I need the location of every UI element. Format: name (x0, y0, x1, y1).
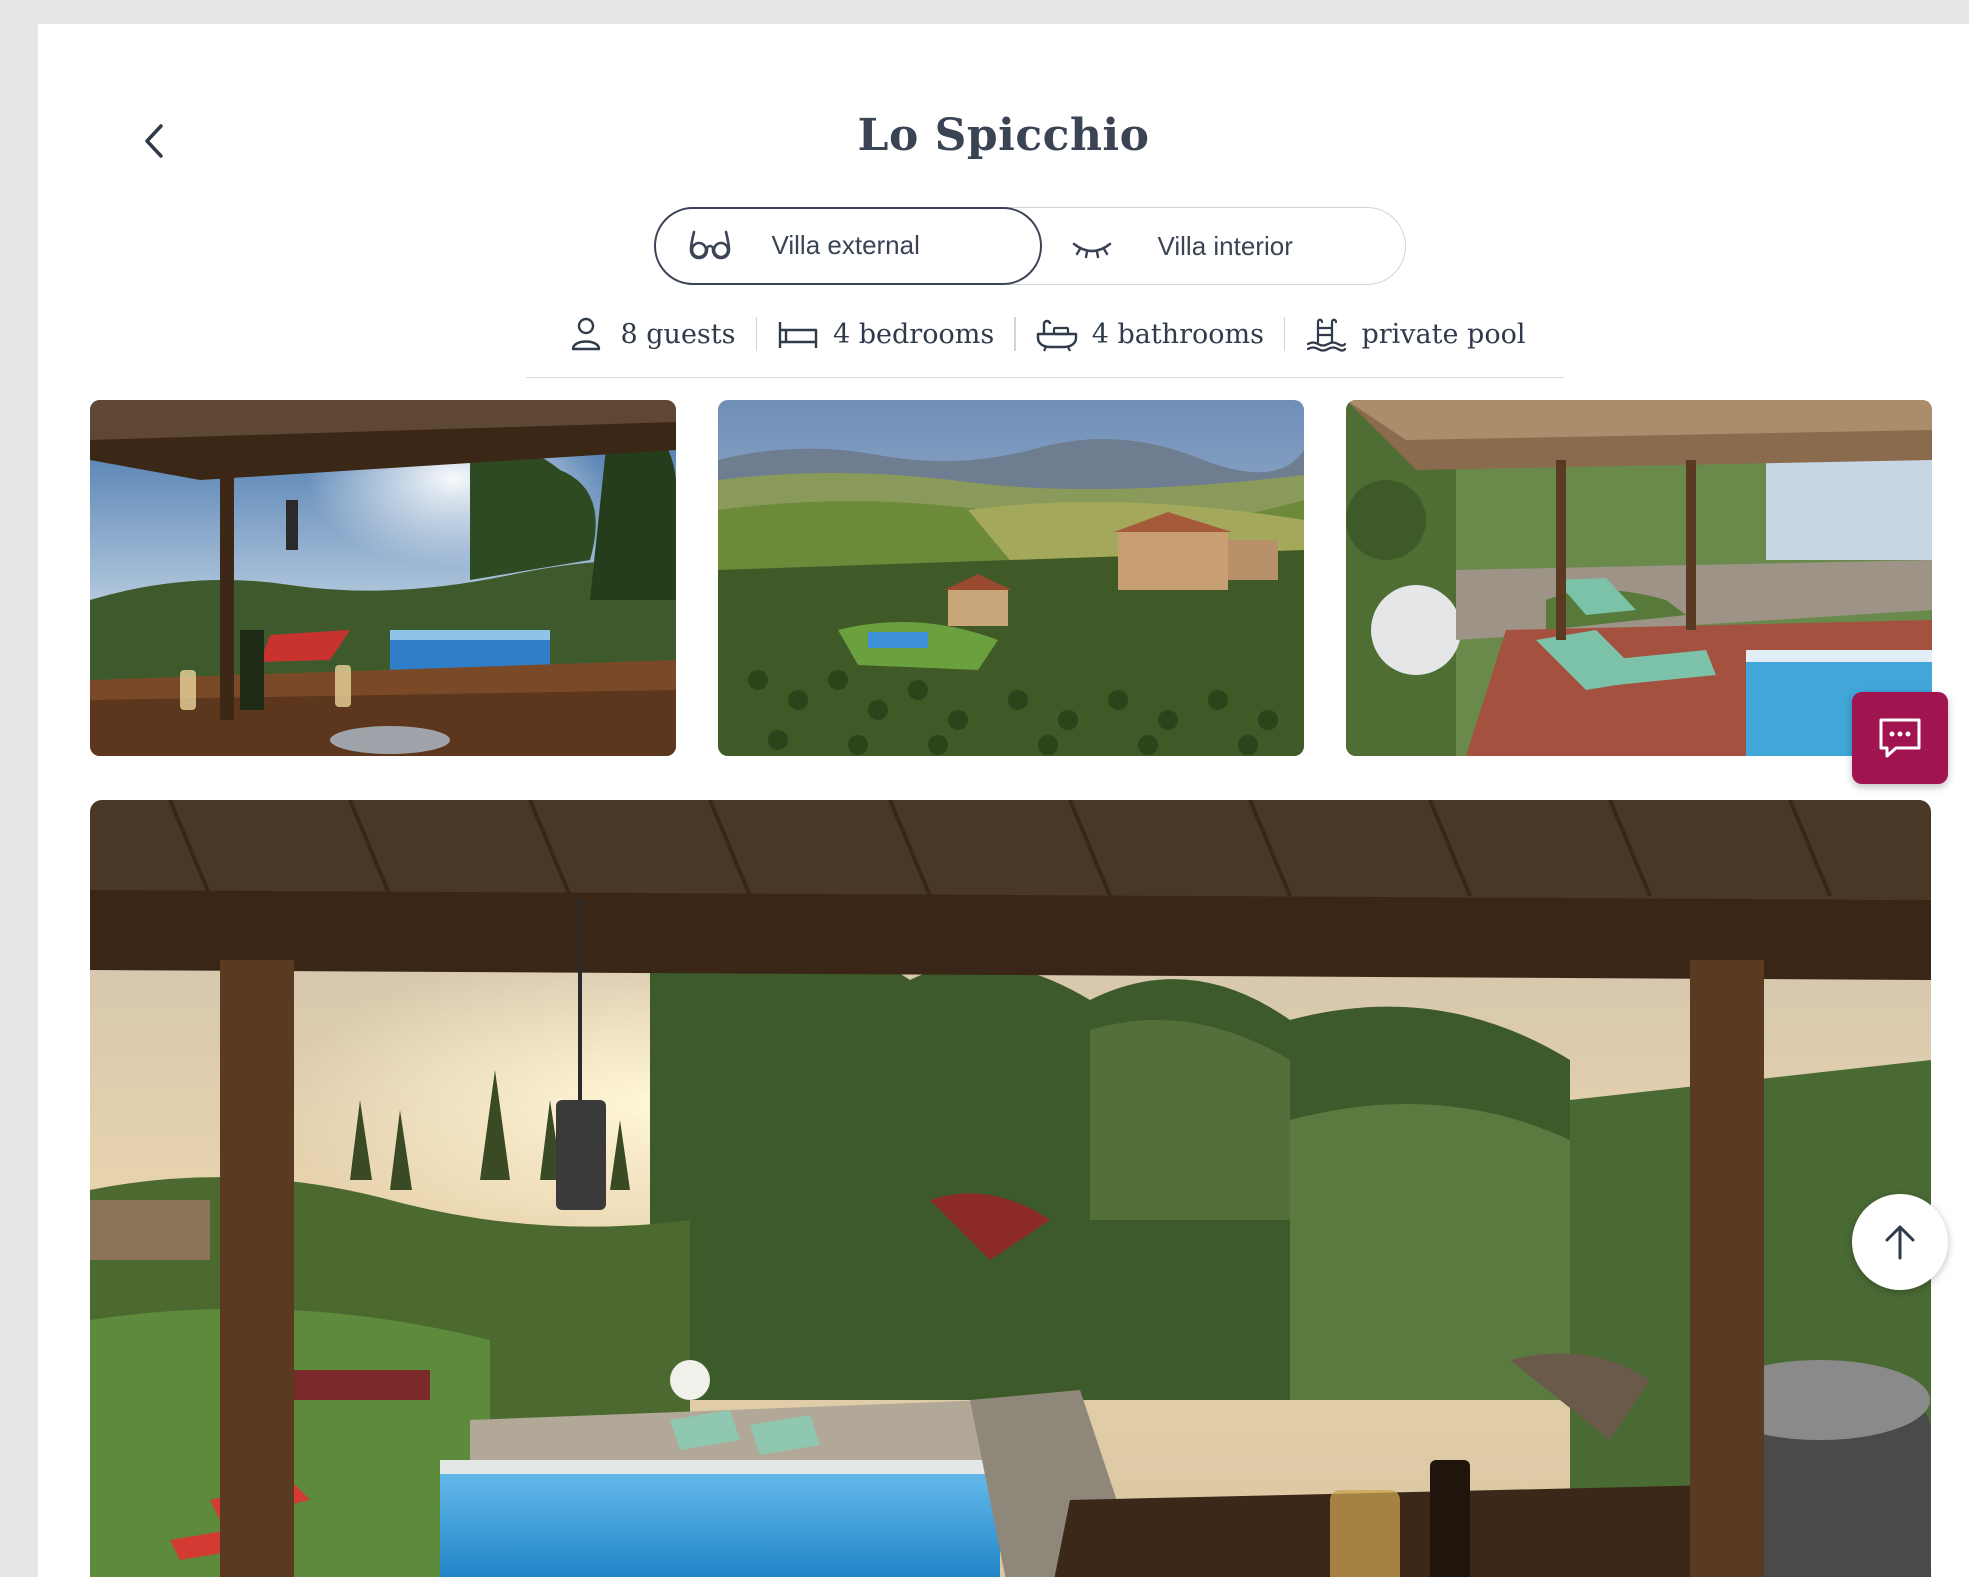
page-title: Lo Spicchio (857, 110, 1150, 161)
gallery-thumbnail[interactable] (1346, 400, 1932, 756)
feature-guests-label: 8 guests (620, 318, 736, 350)
toggle-label-interior: Villa interior (1157, 230, 1293, 261)
toggle-villa-external[interactable]: Villa external (653, 206, 1042, 285)
feature-guests: 8 guests (565, 310, 736, 358)
divider (1283, 317, 1286, 351)
arrow-up-icon (1885, 1225, 1915, 1260)
scroll-to-top-button[interactable] (1852, 1194, 1948, 1290)
photo-pergola-view (90, 800, 1931, 1577)
divider (1014, 317, 1016, 351)
gallery-thumbnail[interactable] (718, 400, 1304, 756)
feature-pool-label: private pool (1361, 318, 1526, 350)
glasses-icon (689, 230, 730, 259)
feature-bedrooms: 4 bedrooms (777, 310, 994, 358)
chat-bubble-icon (1879, 718, 1921, 758)
bathtub-icon (1036, 319, 1077, 352)
closed-eye-icon (1072, 242, 1111, 259)
bed-icon (778, 322, 818, 348)
feature-bedrooms-label: 4 bedrooms (833, 318, 995, 350)
feature-bathrooms-label: 4 bathrooms (1091, 318, 1264, 350)
toggle-label-external: Villa external (771, 230, 920, 260)
feature-summary: 8 guests 4 bedrooms 4 bathrooms private … (526, 310, 1564, 378)
divider (755, 317, 757, 351)
pool-ladder-icon (1307, 318, 1347, 352)
toggle-villa-interior[interactable]: Villa interior (1042, 208, 1406, 284)
villa-gallery-page: Lo Spicchio Villa external Villa interio… (38, 24, 1969, 1577)
feature-bathrooms: 4 bathrooms (1036, 310, 1264, 358)
chat-button[interactable] (1852, 692, 1948, 784)
photo-pergola-dining (90, 400, 676, 756)
person-icon (571, 317, 600, 351)
gallery-hero-image[interactable] (90, 800, 1931, 1577)
feature-pool: private pool (1305, 310, 1525, 358)
gallery-thumbnail[interactable] (90, 400, 676, 756)
photo-pergola-loungers (1346, 400, 1932, 756)
photo-aerial-villa (718, 400, 1304, 756)
view-toggle: Villa external Villa interior (653, 206, 1406, 285)
